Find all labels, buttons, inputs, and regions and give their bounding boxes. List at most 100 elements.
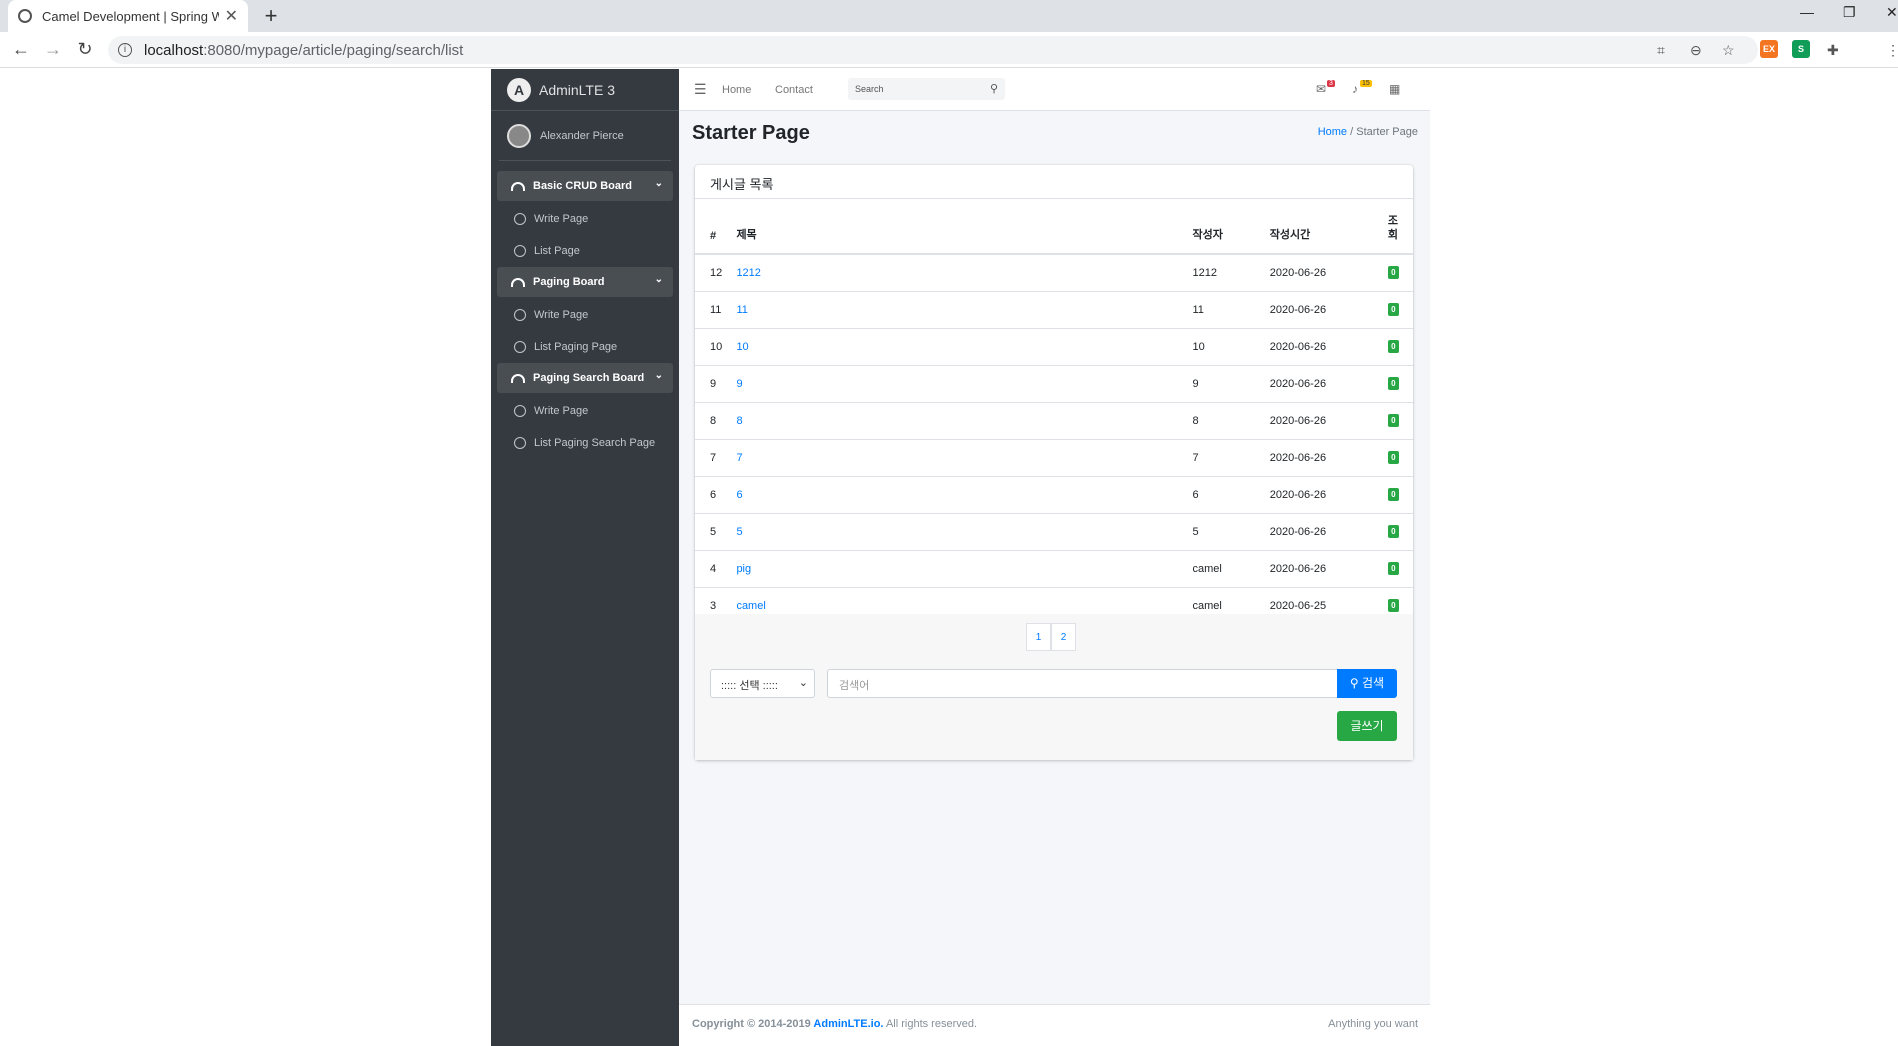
row-no: 6: [695, 475, 729, 513]
circle-icon: [514, 245, 526, 257]
extension-ex-icon[interactable]: EX: [1760, 40, 1778, 58]
row-date: 2020-06-26: [1269, 512, 1388, 550]
row-title-link[interactable]: camel: [736, 600, 765, 612]
sidebar-item-write-page[interactable]: Write Page: [491, 299, 679, 331]
search-button[interactable]: ⚲ 검색: [1337, 669, 1397, 698]
user-panel[interactable]: Alexander Pierce: [499, 111, 671, 161]
search-keyword-placeholder: 검색어: [839, 680, 870, 692]
row-date: 2020-06-26: [1269, 327, 1388, 365]
search-icon: ⚲: [1349, 676, 1359, 690]
copyright: Copyright © 2014-2019 AdminLTE.io. All r…: [692, 1018, 977, 1030]
row-views-cell: 0: [1387, 512, 1413, 550]
new-tab-button[interactable]: +: [258, 3, 284, 29]
navbar-search-input[interactable]: Search ⚲: [848, 78, 1005, 100]
chevron-down-icon: ⌄: [654, 274, 663, 285]
sidebar-item-list-page[interactable]: List Page: [491, 235, 679, 267]
sidebar-item-write-page[interactable]: Write Page: [491, 203, 679, 235]
browser-tab-strip: Camel Development | Spring W ✕ + — ❐ ✕: [0, 0, 1898, 32]
views-badge: 0: [1387, 266, 1399, 280]
tachometer-icon: [511, 373, 525, 383]
close-tab-icon[interactable]: ✕: [225, 6, 238, 26]
circle-icon: [514, 437, 526, 449]
browser-tab[interactable]: Camel Development | Spring W ✕: [8, 0, 248, 32]
menu-kebab-icon[interactable]: ⋮: [1886, 42, 1898, 59]
extension-s-icon[interactable]: S: [1792, 40, 1810, 58]
row-title-link[interactable]: 11: [736, 304, 747, 316]
page-link-2[interactable]: 2: [1051, 623, 1076, 651]
user-name: Alexander Pierce: [540, 129, 624, 142]
hamburger-menu-icon[interactable]: ☰: [694, 81, 707, 98]
sidebar-group-paging[interactable]: Paging Board ⌄: [497, 267, 673, 297]
search-icon[interactable]: ⚲: [990, 82, 998, 95]
row-views-cell: 0: [1387, 364, 1413, 402]
breadcrumb-home[interactable]: Home: [1318, 126, 1347, 138]
sidebar-nav: Basic CRUD Board ⌄ Write Page List Page …: [491, 161, 679, 459]
brand-link[interactable]: A AdminLTE 3: [491, 69, 679, 111]
extensions-puzzle-icon[interactable]: ✚: [1827, 42, 1839, 59]
views-badge: 0: [1387, 377, 1399, 390]
row-views-cell: 0: [1387, 549, 1413, 587]
globe-icon: [18, 9, 32, 23]
table-row: 12 1212 1212 2020-06-26 0: [695, 253, 1413, 291]
copyright-text: Copyright © 2014-2019: [692, 1018, 814, 1030]
write-button[interactable]: 글쓰기: [1337, 711, 1397, 741]
sidebar: A AdminLTE 3 Alexander Pierce Basic CRUD…: [491, 69, 679, 1046]
table-header-row: # 제목 작성자 작성시간 조회: [695, 199, 1413, 255]
sidebar-item-list-paging-search-page[interactable]: List Paging Search Page: [491, 427, 679, 459]
row-title-link[interactable]: 7: [736, 452, 742, 464]
table-row: 8 8 8 2020-06-26 0: [695, 401, 1413, 439]
sidebar-item-label: Write Page: [534, 405, 589, 417]
bookmark-star-icon[interactable]: ☆: [1722, 42, 1735, 59]
sidebar-group-paging-search[interactable]: Paging Search Board ⌄: [497, 363, 673, 393]
row-title-link[interactable]: 5: [736, 526, 742, 538]
app-page: A AdminLTE 3 Alexander Pierce Basic CRUD…: [491, 69, 1430, 1046]
row-date: 2020-06-26: [1269, 549, 1388, 587]
sidebar-item-list-paging-page[interactable]: List Paging Page: [491, 331, 679, 363]
reload-icon[interactable]: ↻: [74, 39, 96, 60]
nav-link-contact[interactable]: Contact: [775, 84, 813, 96]
adminlte-logo-icon: A: [507, 77, 531, 102]
row-title-cell: 9: [728, 364, 1193, 402]
grid-apps-icon[interactable]: ▦: [1389, 82, 1400, 96]
row-title-cell: 10: [728, 327, 1193, 365]
row-title-cell: 1212: [728, 253, 1193, 291]
column-header-title: 제목: [728, 199, 1193, 255]
row-title-link[interactable]: 10: [736, 341, 748, 353]
row-title-link[interactable]: 9: [736, 378, 742, 390]
url-field[interactable]: i localhost:8080/mypage/article/paging/s…: [108, 36, 1758, 64]
info-icon[interactable]: i: [118, 43, 132, 57]
zoom-icon[interactable]: ⊖: [1690, 42, 1702, 59]
circle-icon: [514, 405, 526, 417]
row-no: 7: [695, 438, 729, 476]
views-badge: 0: [1387, 303, 1399, 316]
row-title-link[interactable]: 1212: [736, 267, 760, 279]
page-link-1[interactable]: 1: [1026, 623, 1051, 651]
forward-icon[interactable]: →: [42, 39, 64, 60]
footer-brand-link[interactable]: AdminLTE.io.: [813, 1018, 883, 1030]
row-title-link[interactable]: pig: [736, 563, 751, 575]
translate-icon[interactable]: ⌗: [1657, 42, 1665, 59]
row-writer: 7: [1192, 438, 1270, 476]
comments-icon[interactable]: ✉: [1316, 82, 1326, 96]
sidebar-group-basic-crud[interactable]: Basic CRUD Board ⌄: [497, 171, 673, 201]
article-table-body: 12 1212 1212 2020-06-26 0 11 11 11 2020-06-26 0 10…: [695, 253, 1413, 624]
back-icon[interactable]: ←: [10, 39, 32, 60]
sidebar-item-label: Write Page: [534, 213, 589, 225]
sidebar-item-write-page[interactable]: Write Page: [491, 395, 679, 427]
card-footer: 1 2 ::::: 선택 ::::: ⌄ 검색어 ⚲ 검색 글쓰기: [695, 614, 1413, 760]
row-title-link[interactable]: 8: [736, 415, 742, 427]
row-title-cell: 11: [728, 290, 1193, 328]
row-title-link[interactable]: 6: [736, 489, 742, 501]
search-keyword-input[interactable]: 검색어: [827, 669, 1338, 698]
column-header-views: 조회: [1387, 199, 1413, 255]
restore-button[interactable]: ❐: [1843, 4, 1856, 21]
minimize-button[interactable]: —: [1800, 4, 1814, 20]
bell-icon[interactable]: ♪: [1352, 82, 1358, 96]
row-views-cell: 0: [1387, 290, 1413, 328]
breadcrumb-separator: /: [1350, 126, 1354, 138]
close-window-button[interactable]: ✕: [1886, 4, 1898, 21]
row-views-cell: 0: [1387, 327, 1413, 365]
nav-link-home[interactable]: Home: [722, 84, 751, 96]
row-writer: camel: [1192, 549, 1270, 587]
search-type-select[interactable]: ::::: 선택 ::::: ⌄: [710, 669, 815, 698]
